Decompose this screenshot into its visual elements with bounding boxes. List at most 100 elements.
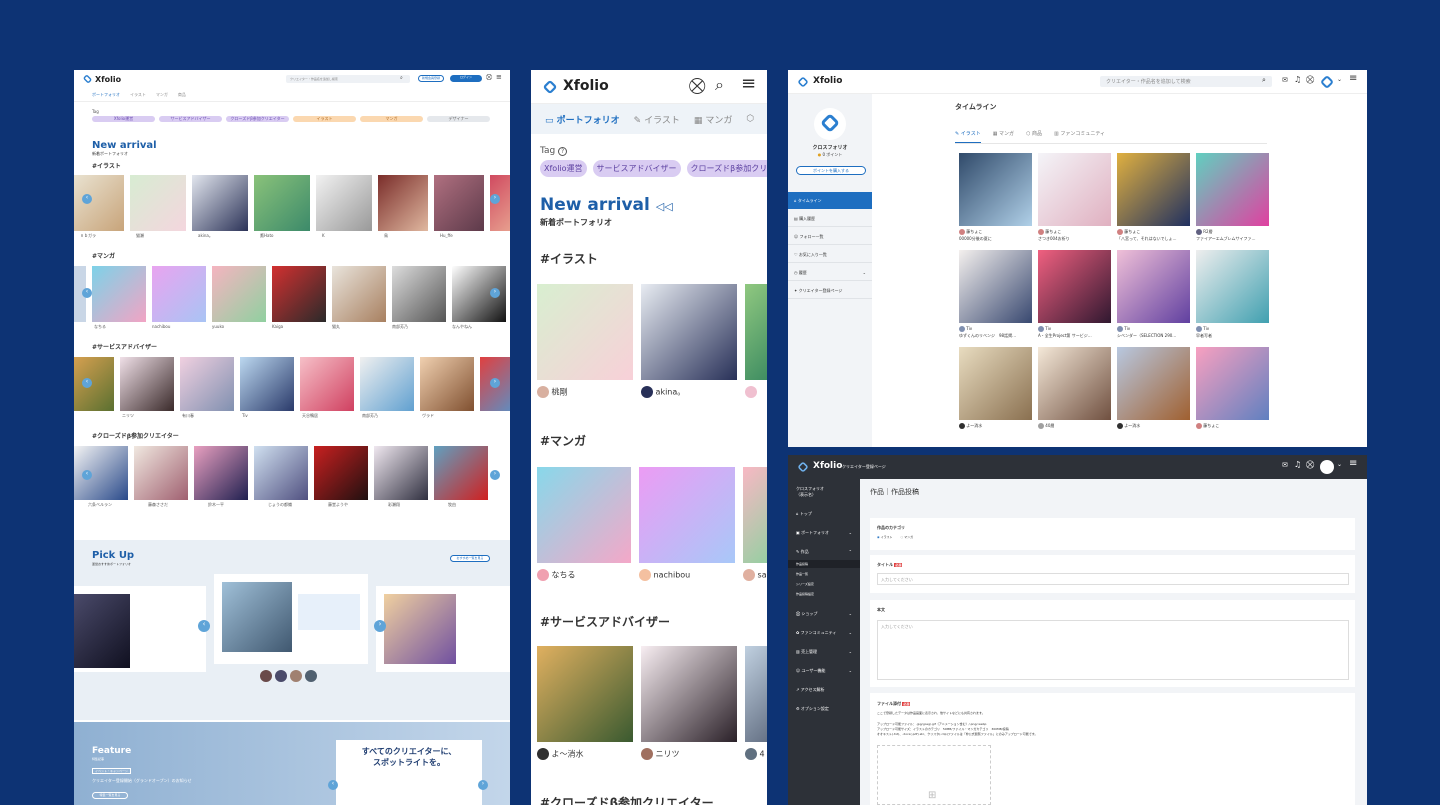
submenu-post[interactable]: 作品投稿 <box>788 560 860 568</box>
nav-illust[interactable]: イラスト <box>130 92 146 98</box>
login-button[interactable]: ログイン <box>450 75 482 82</box>
thumbnail[interactable] <box>194 446 248 500</box>
nav-portfolio[interactable]: ▭ ポートフォリオ <box>545 113 620 126</box>
search-icon[interactable]: ⌕ <box>715 75 724 95</box>
carousel-prev-button[interactable]: ‹ <box>82 194 92 204</box>
user-name[interactable]: 鷹Hato <box>260 233 322 239</box>
thumbnail[interactable] <box>374 446 428 500</box>
menu-icon[interactable]: ≡ <box>496 73 502 81</box>
sidebar-item-shop[interactable]: ⛒ ショップ ⌄ <box>788 606 860 622</box>
tag-chip[interactable]: イラスト <box>293 116 356 122</box>
register-button[interactable]: 新規会員登録 <box>418 75 444 82</box>
thumbnail[interactable] <box>434 446 488 500</box>
menu-icon[interactable]: ≡ <box>1349 458 1357 469</box>
feature-tag[interactable]: イベント・キャンペーン <box>92 768 131 774</box>
carousel-next-button[interactable]: › <box>374 620 386 632</box>
artwork-card[interactable]: Tiv 早者写者 <box>1196 250 1269 339</box>
sidebar-item-favorites[interactable]: ♡ お気に入り一覧 <box>788 246 872 263</box>
nav-illust[interactable]: ✎ イラスト <box>634 113 680 126</box>
user-name[interactable]: 鳥 <box>384 233 440 239</box>
tag-chip[interactable]: サービスアドバイザー <box>592 160 681 177</box>
avatar[interactable] <box>1319 74 1335 90</box>
submenu-settings[interactable]: 作品投稿設定 <box>788 590 860 598</box>
tag-chip[interactable]: クローズドβ参加クリエイター <box>686 160 767 177</box>
user-name[interactable]: yuuko <box>212 324 272 330</box>
tab-fan-community[interactable]: ▥ ファンコミュニティ <box>1054 130 1105 143</box>
user[interactable]: akina。 <box>641 386 737 398</box>
pickup-more-button[interactable]: おすすめ一覧を見る <box>450 555 490 562</box>
thumbnail[interactable] <box>537 284 633 380</box>
artwork-card[interactable]: Tiv ゆずくんのリベンジ 98話掲… <box>959 250 1032 339</box>
tab-goods[interactable]: ⬡ 商品 <box>1026 130 1042 143</box>
user-name[interactable]: なちる <box>94 324 152 330</box>
thumbnail[interactable] <box>378 175 428 231</box>
cart-icon[interactable]: ⛒ <box>1306 460 1314 470</box>
user-name[interactable]: 藤堂ようや <box>328 502 388 508</box>
user-name[interactable]: Kaiga <box>272 324 332 330</box>
sidebar-item-analytics[interactable]: ↗ アクセス解析 <box>788 682 860 698</box>
radio-manga[interactable]: ○ マンガ <box>901 535 914 539</box>
user-name[interactable]: じょうの都織 <box>268 502 328 508</box>
pickup-thumb[interactable] <box>260 670 272 682</box>
user[interactable]: なちる <box>537 569 631 581</box>
nav-manga[interactable]: ▦ マンガ <box>694 113 732 126</box>
nav-manga[interactable]: マンガ <box>156 92 168 98</box>
nav-portfolio[interactable]: ポートフォリオ <box>92 92 120 98</box>
sidebar-item-portfolio[interactable]: ▣ ポートフォリオ ⌄ <box>788 525 860 541</box>
bell-icon[interactable]: ♫ <box>1294 460 1301 469</box>
sidebar-item-sales[interactable]: ▥ 売上管理 ⌄ <box>788 644 860 660</box>
thumbnail[interactable] <box>434 175 484 231</box>
tag-chip[interactable]: クローズドβ参加クリエイター <box>226 116 289 122</box>
thumbnail[interactable] <box>641 646 737 742</box>
thumbnail[interactable] <box>134 446 188 500</box>
nav-goods[interactable]: ⬡ <box>746 114 754 124</box>
submenu-list[interactable]: 作品一覧 <box>788 570 860 578</box>
user[interactable]: ニリツ <box>641 748 737 760</box>
user-name[interactable]: 藤森ささだ <box>148 502 208 508</box>
user[interactable]: sa <box>743 569 767 581</box>
menu-icon[interactable]: ≡ <box>1349 73 1357 84</box>
carousel-prev-button[interactable]: ‹ <box>82 378 92 388</box>
user-name[interactable]: K <box>322 233 384 239</box>
tag-chip[interactable]: Xfolio運営 <box>540 160 587 177</box>
artwork-card[interactable]: Tiv シベンダー（SELECTION 290… <box>1117 250 1190 339</box>
menu-icon[interactable]: ≡ <box>741 73 756 94</box>
xfolio-logo-icon[interactable] <box>82 74 93 84</box>
chevron-down-icon[interactable]: ⌄ <box>1337 76 1342 83</box>
artwork-card[interactable]: 藤ちょこ <box>1196 347 1269 429</box>
brand-logo[interactable]: Xfolio <box>563 78 609 94</box>
user[interactable]: 桃剛 <box>537 386 633 398</box>
user-name[interactable]: ｎｂガラ <box>80 233 136 239</box>
sidebar-item-fan-community[interactable]: ✿ ファンコミュニティ ⌄ <box>788 625 860 641</box>
mail-icon[interactable]: ✉ <box>1282 76 1288 84</box>
sidebar-item-top[interactable]: ⌂ トップ <box>788 507 860 521</box>
carousel-prev-button[interactable]: ‹ <box>328 780 338 790</box>
thumbnail[interactable] <box>639 467 735 563</box>
thumbnail[interactable] <box>537 646 633 742</box>
file-dropzone[interactable]: ⊞ <box>877 745 991 805</box>
thumbnail[interactable] <box>212 266 266 322</box>
carousel-prev-button[interactable]: ‹ <box>82 288 92 298</box>
mail-icon[interactable]: ✉ <box>1282 461 1288 469</box>
user-name[interactable]: 南部芳乃 <box>392 324 452 330</box>
thumbnail[interactable] <box>74 175 124 231</box>
feature-banner[interactable]: すべてのクリエイターに、 スポットライトを。 <box>336 740 482 805</box>
user-name[interactable]: 猫瀬 <box>136 233 198 239</box>
brand-logo[interactable]: Xfolio <box>813 461 842 471</box>
sidebar-item-user-features[interactable]: ☺ ユーザー機能 ⌄ <box>788 663 860 679</box>
thumbnail[interactable] <box>254 446 308 500</box>
thumbnail[interactable] <box>745 646 767 742</box>
thumbnail[interactable] <box>743 467 767 563</box>
thumbnail[interactable] <box>745 284 767 380</box>
brand-logo[interactable]: Xfolio <box>813 76 842 86</box>
xfolio-logo-icon[interactable] <box>797 461 809 473</box>
sidebar-item-timeline[interactable]: ⌂ タイムライン <box>788 192 872 209</box>
bell-icon[interactable]: ♫ <box>1294 75 1301 84</box>
title-input[interactable]: 入力してください <box>877 573 1349 585</box>
feature-more-button[interactable]: 特集一覧を見る <box>92 792 128 799</box>
tag-chip[interactable]: デザイナー <box>427 116 490 122</box>
user-name[interactable]: ヴラド <box>422 413 472 419</box>
thumbnail[interactable] <box>537 467 631 563</box>
carousel-next-button[interactable]: › <box>490 288 500 298</box>
sidebar-item-history[interactable]: ▤ 購入履歴 <box>788 210 872 227</box>
